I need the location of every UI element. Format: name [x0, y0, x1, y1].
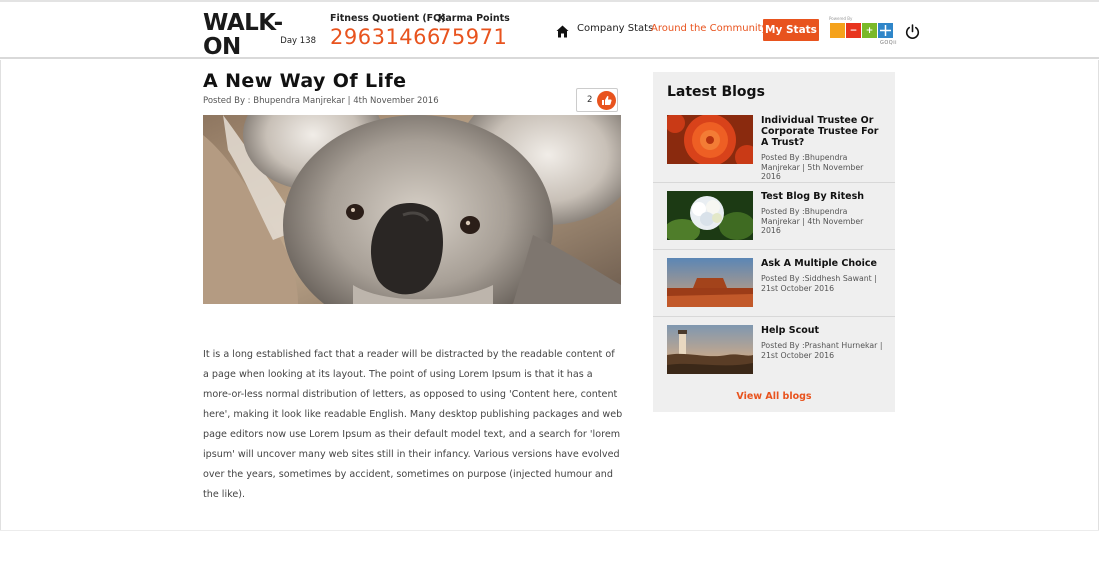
desert-mesa-photo[interactable]: [667, 258, 753, 307]
blog-list-item[interactable]: Test Blog By Ritesh Posted By :Bhupendra…: [653, 183, 895, 250]
blog-title[interactable]: Ask A Multiple Choice: [761, 258, 883, 269]
post-title: A New Way Of Life: [203, 70, 407, 92]
nav-company-stats[interactable]: Company Stats: [577, 23, 653, 34]
blog-meta: Posted By :Bhupendra Manjrekar | 4th Nov…: [761, 207, 864, 235]
blog-meta: Posted By :Siddhesh Sawant | 21st Octobe…: [761, 274, 877, 293]
nav-my-stats-button[interactable]: My Stats: [763, 19, 819, 41]
day-counter: Day 138: [280, 36, 316, 46]
power-icon[interactable]: [905, 24, 920, 40]
karma-points-stat: Karma Points 75971: [438, 13, 510, 50]
fitness-quotient-stat: Fitness Quotient (FQ) 29631466: [330, 13, 446, 50]
powered-by-goqii-logo[interactable]: Powered By − + GOQii: [829, 16, 897, 46]
tile-red: −: [846, 23, 861, 38]
tile-blue: [878, 23, 893, 38]
blog-text: Test Blog By Ritesh Posted By :Bhupendra…: [761, 191, 883, 236]
fq-value: 29631466: [330, 25, 441, 49]
home-icon[interactable]: [556, 23, 569, 38]
view-all-blogs-link[interactable]: View All blogs: [653, 391, 895, 402]
powered-label: Powered By: [829, 16, 853, 21]
nav-around-community[interactable]: Around the Community: [651, 23, 768, 34]
karma-label: Karma Points: [438, 13, 510, 24]
blog-text: Individual Trustee Or Corporate Trustee …: [761, 115, 883, 182]
like-count: 2: [587, 95, 593, 105]
sidebar-title: Latest Blogs: [667, 84, 765, 100]
red-flower-photo[interactable]: [667, 115, 753, 164]
goqii-word: GOQii: [879, 40, 897, 46]
blog-title[interactable]: Individual Trustee Or Corporate Trustee …: [761, 115, 883, 148]
blog-text: Help Scout Posted By :Prashant Hurnekar …: [761, 325, 883, 360]
tile-green: +: [862, 23, 877, 38]
karma-value: 75971: [438, 25, 508, 49]
blog-meta: Posted By :Prashant Hurnekar | 21st Octo…: [761, 341, 883, 360]
post-meta: Posted By : Bhupendra Manjrekar | 4th No…: [203, 96, 439, 106]
koala-photo: [203, 115, 621, 304]
logo-text: WALK-ON: [203, 10, 283, 60]
blog-title[interactable]: Test Blog By Ritesh: [761, 191, 883, 202]
blog-list-item[interactable]: Help Scout Posted By :Prashant Hurnekar …: [653, 317, 895, 384]
tile-orange: [830, 23, 845, 38]
blog-list-item[interactable]: Ask A Multiple Choice Posted By :Siddhes…: [653, 250, 895, 317]
walk-on-logo[interactable]: WALK-ON Day 138: [203, 11, 318, 59]
lighthouse-photo[interactable]: [667, 325, 753, 374]
thumbs-up-icon: [597, 91, 616, 110]
left-border: [0, 60, 1, 530]
blog-text: Ask A Multiple Choice Posted By :Siddhes…: [761, 258, 883, 293]
blog-list-item[interactable]: Individual Trustee Or Corporate Trustee …: [653, 110, 895, 183]
goqii-tiles: − +: [830, 23, 894, 38]
latest-blogs-panel: Latest Blogs Individual Trustee Or Corpo…: [653, 72, 895, 412]
white-hydrangea-photo[interactable]: [667, 191, 753, 240]
header-bar: [0, 2, 1099, 59]
post-body: It is a long established fact that a rea…: [203, 349, 623, 500]
fq-label: Fitness Quotient (FQ): [330, 13, 446, 24]
bottom-border: [0, 530, 1099, 531]
like-button[interactable]: 2: [576, 88, 618, 112]
blog-meta: Posted By :Bhupendra Manjrekar | 5th Nov…: [761, 153, 864, 181]
blog-title[interactable]: Help Scout: [761, 325, 883, 336]
